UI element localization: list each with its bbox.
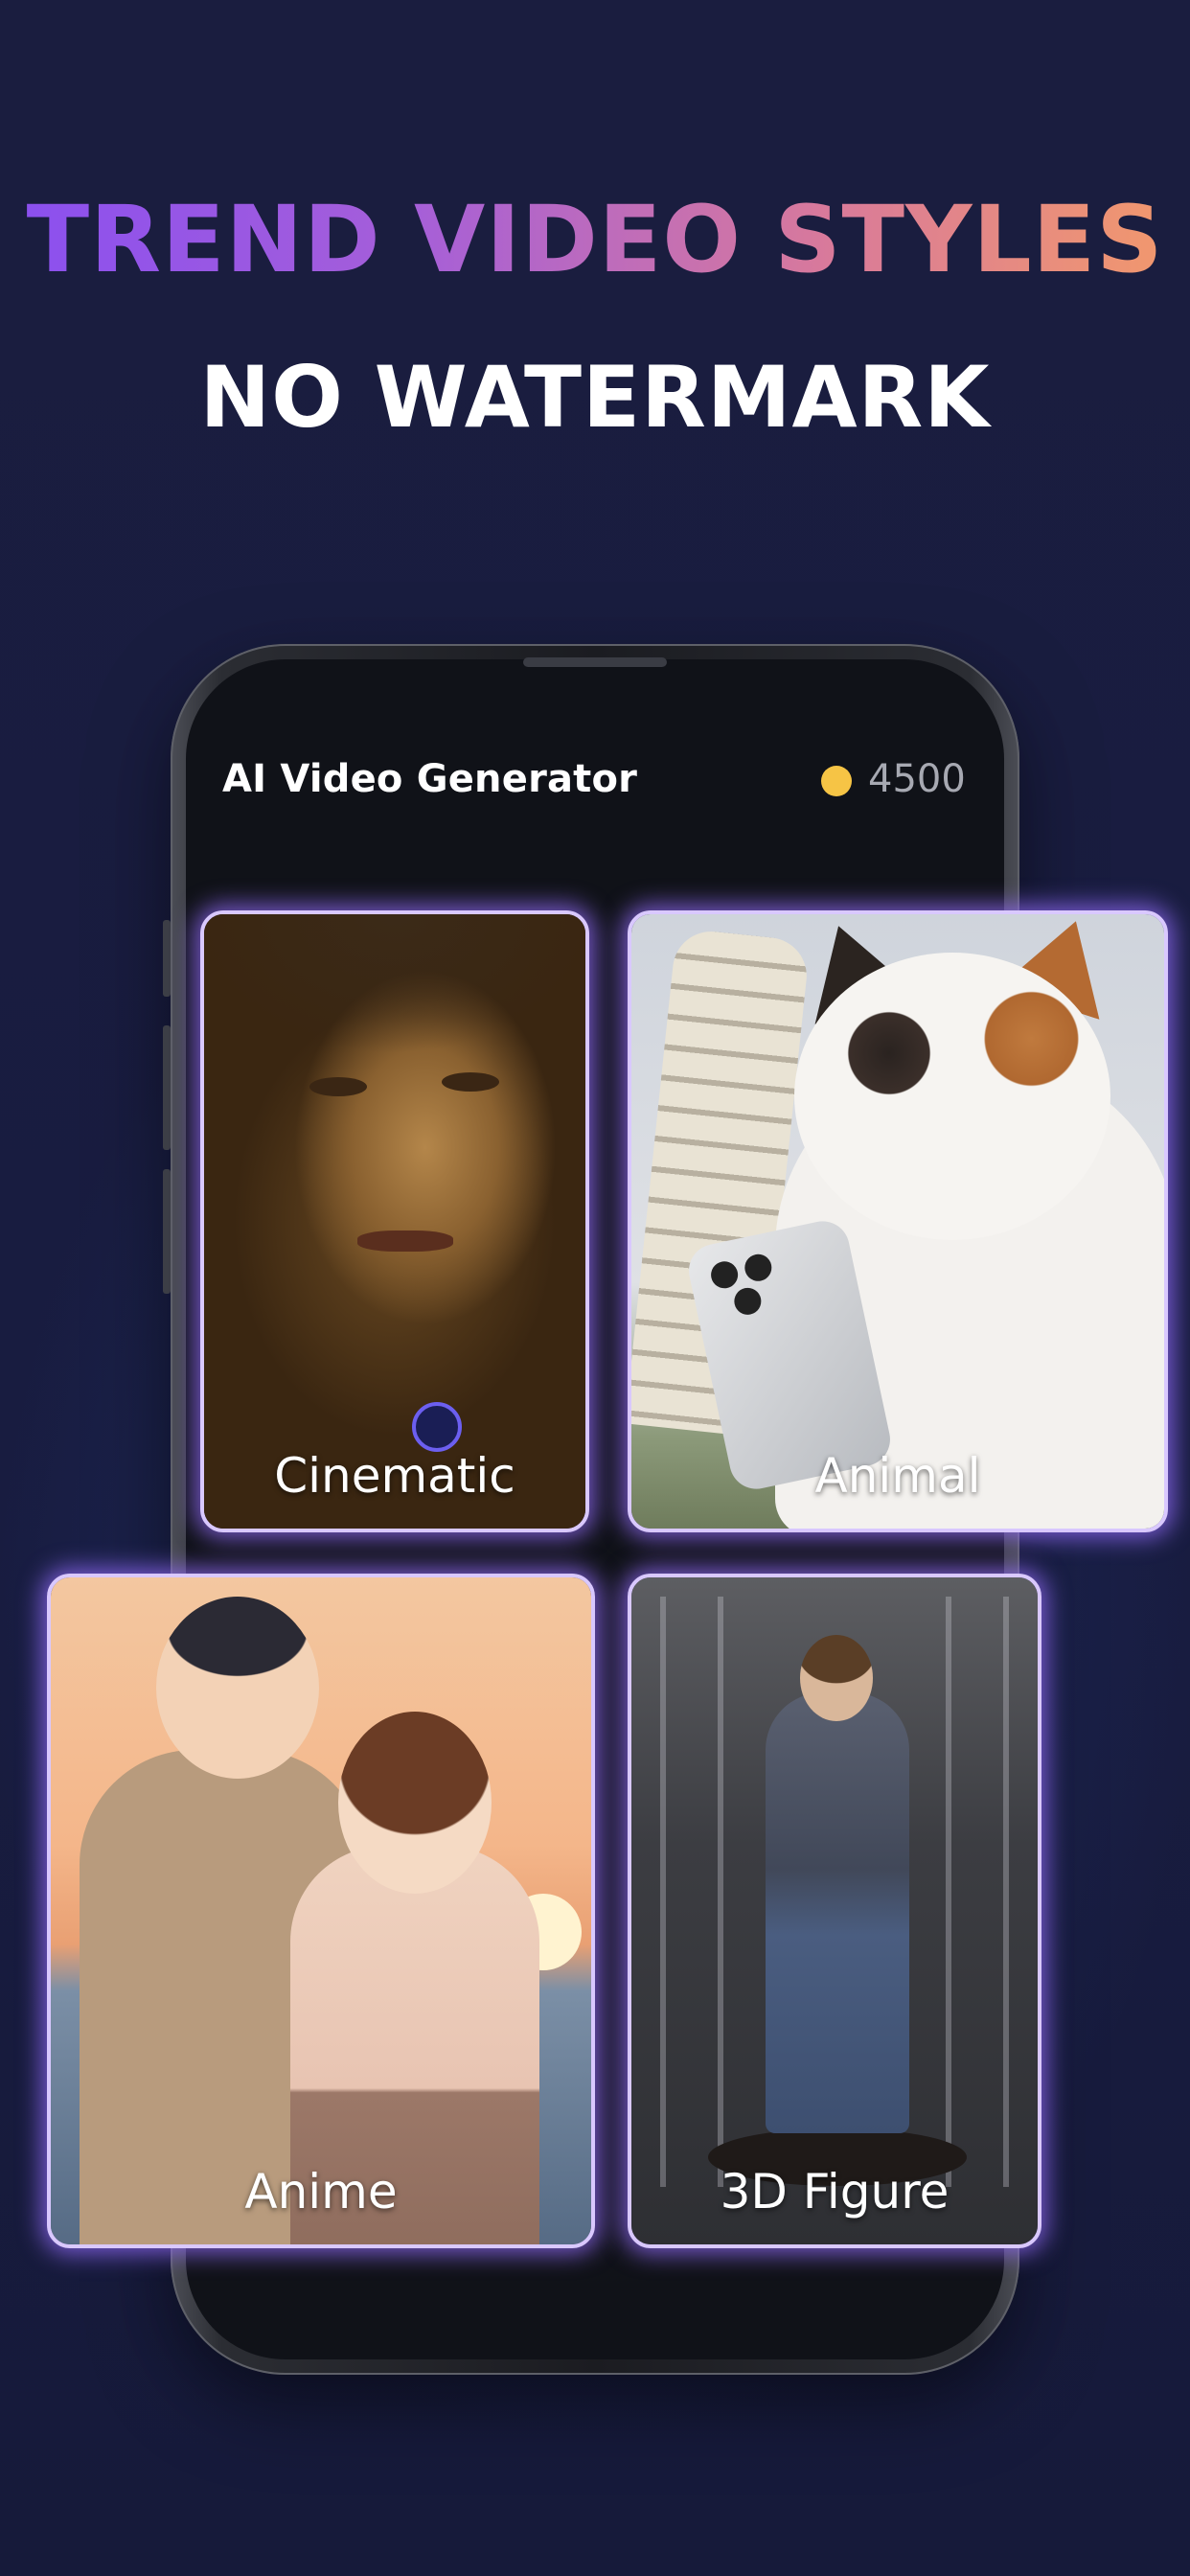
style-card-cinematic[interactable]: Cinematic	[200, 910, 589, 1532]
3d-figure-thumbnail	[631, 1577, 1038, 2244]
style-card-animal[interactable]: Animal	[628, 910, 1168, 1532]
phone-volume-down	[163, 1169, 171, 1294]
subheadline: NO WATERMARK	[199, 348, 991, 447]
phone-volume-up	[163, 1025, 171, 1150]
headline: TREND VIDEO STYLES	[0, 187, 1190, 292]
card-label: Anime	[244, 2164, 398, 2220]
phone-side-button	[163, 920, 171, 997]
coin-balance: 4500	[868, 757, 966, 801]
card-label: Cinematic	[274, 1448, 515, 1504]
anime-thumbnail	[51, 1577, 591, 2244]
app-title: AI Video Generator	[222, 757, 638, 801]
phone-speaker	[523, 657, 667, 667]
card-label: 3D Figure	[720, 2164, 950, 2220]
style-card-anime[interactable]: Anime	[47, 1574, 595, 2248]
touch-indicator	[412, 1402, 462, 1452]
coin-icon	[821, 766, 852, 796]
animal-thumbnail	[631, 914, 1164, 1529]
style-card-3d-figure[interactable]: 3D Figure	[628, 1574, 1041, 2248]
card-label: Animal	[814, 1448, 981, 1504]
cinematic-thumbnail	[204, 914, 585, 1529]
